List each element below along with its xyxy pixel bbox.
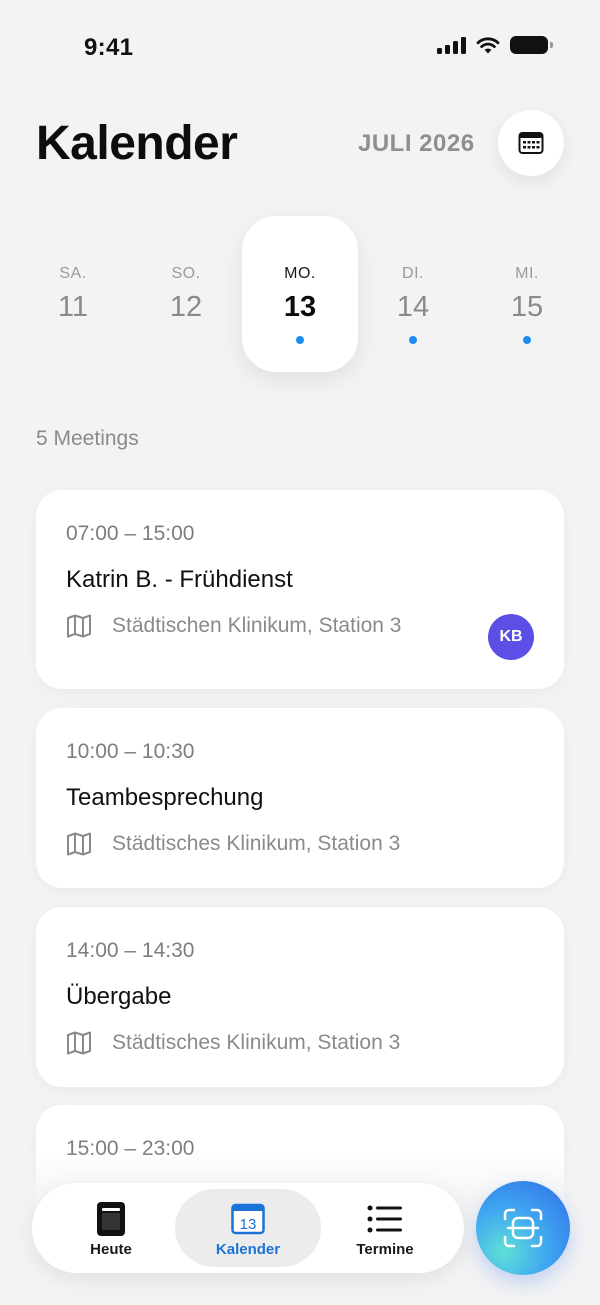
- tab-label: Kalender: [215, 1241, 281, 1258]
- status-icons: [437, 36, 553, 54]
- tab-bar: Heute 13 Kalender Termine: [32, 1183, 464, 1273]
- day-name: MI.: [515, 265, 539, 282]
- calendar-icon: 13: [231, 1203, 265, 1235]
- meeting-time: 10:00 – 10:30: [66, 740, 195, 763]
- day-di-14[interactable]: DI. 14: [355, 216, 471, 372]
- day-name: SO.: [171, 265, 201, 282]
- meeting-location: Städtischen Klinikum, Station 3: [66, 614, 402, 638]
- meeting-time: 14:00 – 14:30: [66, 939, 195, 962]
- calendar-picker-button[interactable]: [498, 110, 564, 176]
- page-title: Kalender: [36, 117, 238, 170]
- tab-heute[interactable]: Heute: [38, 1189, 184, 1267]
- tab-termine[interactable]: Termine: [312, 1189, 458, 1267]
- avatar[interactable]: KB: [488, 614, 534, 660]
- calendar-grid-icon: [518, 132, 544, 154]
- location-text: Städtisches Klinikum, Station 3: [112, 1031, 401, 1054]
- tab-label: Heute: [90, 1241, 132, 1258]
- day-mi-15[interactable]: MI. 15: [469, 216, 585, 372]
- list-icon: [367, 1205, 402, 1233]
- map-icon: [67, 614, 91, 638]
- day-number: 11: [57, 291, 89, 323]
- meeting-card[interactable]: 10:00 – 10:30 Teambesprechung Städtische…: [36, 708, 564, 888]
- tab-label: Termine: [356, 1241, 414, 1258]
- event-indicator-dot: [523, 336, 531, 344]
- scan-button[interactable]: [476, 1181, 570, 1275]
- wifi-icon: [476, 37, 500, 54]
- day-number: 14: [396, 291, 430, 323]
- day-number: 12: [169, 291, 203, 323]
- phone-icon: [97, 1202, 125, 1236]
- signal-icon: [437, 36, 466, 54]
- day-mo-13-selected[interactable]: MO. 13: [242, 216, 358, 372]
- location-text: Städtischen Klinikum, Station 3: [112, 614, 402, 637]
- tab-kalender[interactable]: 13 Kalender: [175, 1189, 321, 1267]
- day-number: 13: [283, 291, 317, 323]
- location-text: Städtisches Klinikum, Station 3: [112, 832, 401, 855]
- meeting-card[interactable]: 14:00 – 14:30 Übergabe Städtisches Klini…: [36, 907, 564, 1087]
- meeting-time: 07:00 – 15:00: [66, 522, 195, 545]
- map-icon: [67, 832, 91, 856]
- meeting-title: Katrin B. - Frühdienst: [66, 566, 293, 593]
- day-name: MO.: [284, 265, 316, 282]
- meeting-title: Übergabe: [66, 983, 172, 1010]
- meeting-title: Teambesprechung: [66, 784, 264, 811]
- event-indicator-dot: [296, 336, 304, 344]
- meeting-card[interactable]: 07:00 – 15:00 Katrin B. - Frühdienst Stä…: [36, 490, 564, 689]
- day-so-12[interactable]: SO. 12: [128, 216, 244, 372]
- meetings-count: 5 Meetings: [36, 427, 139, 450]
- day-name: DI.: [402, 265, 424, 282]
- status-time: 9:41: [84, 34, 134, 61]
- day-name: SA.: [59, 265, 87, 282]
- day-sa-11[interactable]: SA. 11: [15, 216, 131, 372]
- meeting-location: Städtisches Klinikum, Station 3: [66, 832, 400, 856]
- meeting-location: Städtisches Klinikum, Station 3: [66, 1031, 400, 1055]
- map-icon: [67, 1031, 91, 1055]
- month-selector[interactable]: JULI 2026: [358, 130, 475, 158]
- battery-icon: [510, 36, 553, 54]
- event-indicator-dot: [409, 336, 417, 344]
- day-number: 15: [510, 291, 544, 323]
- calendar-icon-date: 13: [240, 1216, 257, 1233]
- scan-icon: [503, 1208, 543, 1248]
